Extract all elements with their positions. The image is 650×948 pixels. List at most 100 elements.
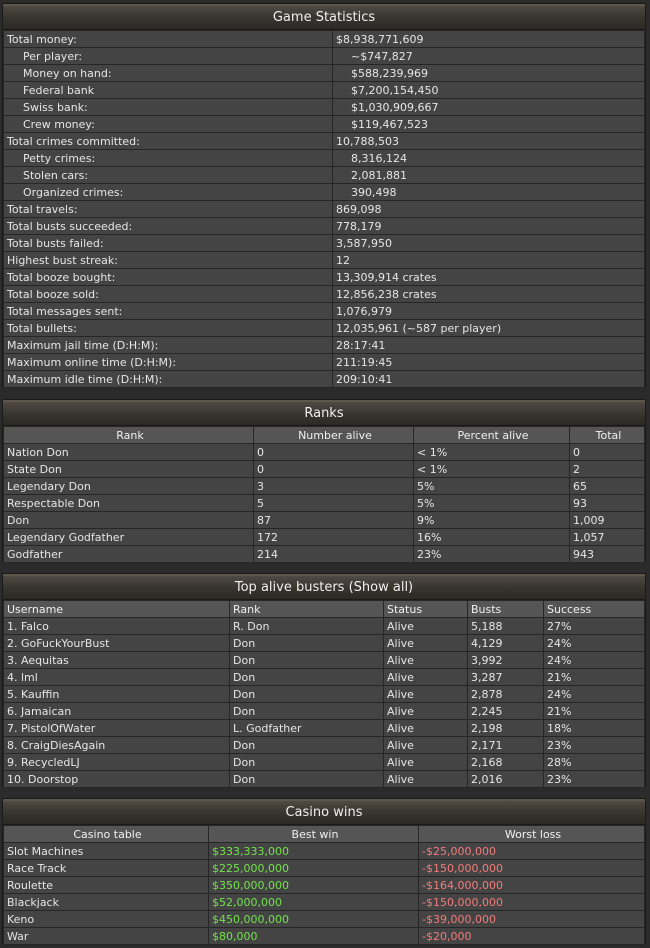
stat-row: Maximum idle time (D:H:M): 209:10:41 [3, 370, 645, 388]
casino-row-worst-loss: -$39,000,000 [418, 910, 645, 928]
casino-row: Blackjack $52,000,000 -$150,000,000 [3, 893, 645, 911]
stat-row: Swiss bank: $1,030,909,667 [3, 98, 645, 116]
buster-row: 4. lml Don Alive 3,287 21% [3, 668, 645, 686]
buster-row-busts: 3,287 [467, 668, 544, 686]
top-busters-header: Top alive busters (Show all) [3, 574, 645, 600]
casino-row-best-win: $52,000,000 [208, 893, 419, 911]
rank-row-total: 65 [569, 477, 645, 495]
buster-row-rank: Don [229, 770, 384, 788]
stat-row: Total travels: 869,098 [3, 200, 645, 218]
stat-row: Total booze bought: 13,309,914 crates [3, 268, 645, 286]
game-statistics-table: Total money: $8,938,771,609 Per player: ~$7… [3, 30, 645, 388]
stat-value: 778,179 [332, 217, 645, 235]
buster-row-busts: 2,016 [467, 770, 544, 788]
stat-label: Swiss bank: [3, 98, 333, 116]
buster-row-rank: Don [229, 668, 384, 686]
stat-row: Organized crimes: 390,498 [3, 183, 645, 201]
stat-value: 8,316,124 [332, 149, 645, 167]
stat-label: Total bullets: [3, 319, 333, 337]
stat-row: Crew money: $119,467,523 [3, 115, 645, 133]
rank-row-rank: State Don [3, 460, 254, 478]
buster-row-rank: Don [229, 736, 384, 754]
buster-row-rank: Don [229, 651, 384, 669]
casino-row: Roulette $350,000,000 -$164,000,000 [3, 876, 645, 894]
casino-row-worst-loss: -$20,000 [418, 927, 645, 945]
stat-label: Total messages sent: [3, 302, 333, 320]
stat-value: 12,035,961 (~587 per player) [332, 319, 645, 337]
buster-row-username: 4. lml [3, 668, 230, 686]
rank-row: State Don 0 < 1% 2 [3, 460, 645, 478]
buster-row-rank: L. Godfather [229, 719, 384, 737]
buster-row-success: 28% [543, 753, 645, 771]
rank-row: Respectable Don 5 5% 93 [3, 494, 645, 512]
casino-row-table: Slot Machines [3, 842, 209, 860]
rank-row-number-alive: 3 [253, 477, 414, 495]
show-all-link[interactable]: (Show all) [349, 580, 414, 595]
casino-row-table: Keno [3, 910, 209, 928]
column-header-username: Username [3, 600, 230, 618]
casino-wins-panel: Casino wins Casino table Best win Worst lo… [2, 798, 646, 945]
rank-row: Legendary Godfather 172 16% 1,057 [3, 528, 645, 546]
rank-row-number-alive: 87 [253, 511, 414, 529]
game-statistics-panel: Game Statistics Total money: $8,938,771,6… [2, 3, 646, 388]
buster-row-rank: Don [229, 634, 384, 652]
buster-row-status: Alive [383, 770, 468, 788]
ranks-title: Ranks [3, 400, 645, 426]
column-header-best-win: Best win [208, 825, 419, 843]
ranks-panel: Ranks Rank Number alive Percent alive Total… [2, 399, 646, 563]
rank-row-total: 0 [569, 443, 645, 461]
stat-value: $588,239,969 [332, 64, 645, 82]
column-header-number-alive: Number alive [253, 426, 414, 444]
column-header-success: Success [543, 600, 645, 618]
buster-row-username: 8. CraigDiesAgain [3, 736, 230, 754]
buster-row: 1. Falco R. Don Alive 5,188 27% [3, 617, 645, 635]
buster-row-busts: 2,878 [467, 685, 544, 703]
column-header-busts: Busts [467, 600, 544, 618]
buster-row-busts: 2,198 [467, 719, 544, 737]
column-header-percent-alive: Percent alive [413, 426, 570, 444]
buster-row-status: Alive [383, 702, 468, 720]
stat-label: Total busts failed: [3, 234, 333, 252]
buster-row-success: 21% [543, 668, 645, 686]
rank-row-rank: Legendary Don [3, 477, 254, 495]
rank-row-percent-alive: 16% [413, 528, 570, 546]
casino-row-table: War [3, 927, 209, 945]
stat-label: Stolen cars: [3, 166, 333, 184]
rank-row-percent-alive: 5% [413, 494, 570, 512]
buster-row-status: Alive [383, 634, 468, 652]
buster-row-status: Alive [383, 753, 468, 771]
buster-row-username: 3. Aequitas [3, 651, 230, 669]
casino-row: Keno $450,000,000 -$39,000,000 [3, 910, 645, 928]
casino-row-best-win: $225,000,000 [208, 859, 419, 877]
stat-value: 209:10:41 [332, 370, 645, 388]
stat-value: $8,938,771,609 [332, 30, 645, 48]
stat-label: Total busts succeeded: [3, 217, 333, 235]
stat-value: $7,200,154,450 [332, 81, 645, 99]
stat-row: Total crimes committed: 10,788,503 [3, 132, 645, 150]
buster-row-success: 24% [543, 685, 645, 703]
casino-wins-table: Casino table Best win Worst loss Slot Mach… [3, 825, 645, 945]
stat-value: 3,587,950 [332, 234, 645, 252]
stat-value: ~$747,827 [332, 47, 645, 65]
stat-row: Maximum jail time (D:H:M): 28:17:41 [3, 336, 645, 354]
stat-label: Total travels: [3, 200, 333, 218]
casino-row-worst-loss: -$25,000,000 [418, 842, 645, 860]
stat-value: 211:19:45 [332, 353, 645, 371]
rank-row-rank: Respectable Don [3, 494, 254, 512]
casino-row-best-win: $333,333,000 [208, 842, 419, 860]
stat-row: Total booze sold: 12,856,238 crates [3, 285, 645, 303]
top-busters-title: Top alive busters [234, 580, 345, 595]
casino-row-table: Race Track [3, 859, 209, 877]
game-statistics-title: Game Statistics [3, 4, 645, 30]
casino-row-best-win: $350,000,000 [208, 876, 419, 894]
stat-label: Highest bust streak: [3, 251, 333, 269]
stat-row: Total messages sent: 1,076,979 [3, 302, 645, 320]
buster-row-username: 6. Jamaican [3, 702, 230, 720]
rank-row-percent-alive: < 1% [413, 460, 570, 478]
buster-row-success: 23% [543, 736, 645, 754]
rank-row-rank: Don [3, 511, 254, 529]
stat-label: Petty crimes: [3, 149, 333, 167]
column-header-table: Casino table [3, 825, 209, 843]
stat-row: Per player: ~$747,827 [3, 47, 645, 65]
buster-row-success: 27% [543, 617, 645, 635]
